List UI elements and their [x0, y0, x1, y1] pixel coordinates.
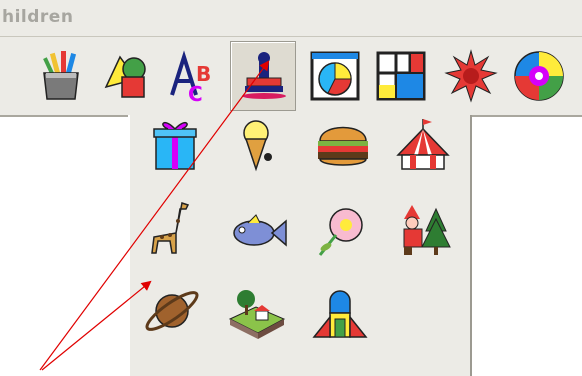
flower-icon — [318, 208, 363, 256]
tool-starburst[interactable] — [438, 41, 504, 111]
tool-pie-frame[interactable] — [302, 41, 368, 111]
gift-box-icon — [153, 121, 197, 170]
window-title: hildren — [2, 7, 74, 27]
sticker-giraffe[interactable] — [140, 199, 202, 257]
stamp-palette — [128, 115, 472, 376]
tool-stamp[interactable] — [230, 41, 296, 111]
ice-cream-cone-icon — [243, 120, 272, 172]
sticker-hamburger[interactable] — [312, 115, 374, 173]
island-house-icon — [228, 290, 286, 339]
tool-spiral[interactable] — [506, 41, 572, 111]
tool-letters[interactable]: B C — [160, 41, 226, 111]
sticker-ice-cream[interactable] — [228, 115, 290, 173]
hamburger-icon — [318, 126, 368, 166]
giraffe-icon — [151, 202, 190, 254]
elf-with-tree-icon — [403, 205, 451, 255]
tool-mondrian[interactable] — [368, 41, 434, 111]
sticker-gift[interactable] — [144, 115, 206, 173]
tool-shapes[interactable] — [94, 41, 160, 111]
circus-tent-icon — [396, 119, 450, 170]
sticker-toy-castle[interactable] — [308, 283, 370, 341]
stamp-icon — [242, 52, 286, 99]
mondrian-grid-icon — [376, 51, 426, 101]
title-bar: hildren — [0, 0, 582, 37]
tool-crayon-cup[interactable] — [28, 41, 94, 111]
letters-icon: B C — [170, 50, 211, 103]
sticker-fish[interactable] — [226, 205, 288, 263]
crayon-cup-icon — [43, 51, 79, 100]
red-starburst-icon — [444, 49, 498, 103]
sticker-circus-tent[interactable] — [392, 115, 454, 173]
pie-chart-frame-icon — [310, 51, 360, 101]
fish-icon — [233, 214, 287, 247]
planet-saturn-icon — [145, 291, 199, 331]
sticker-flower[interactable] — [310, 203, 372, 261]
sticker-saturn[interactable] — [140, 283, 202, 341]
sticker-island-house[interactable] — [226, 283, 288, 341]
toolbar: B C — [0, 37, 582, 117]
sticker-elf-tree[interactable] — [392, 201, 454, 259]
shapes-icon — [104, 55, 146, 98]
toy-castle-icon — [312, 290, 368, 338]
svg-text:C: C — [188, 82, 203, 103]
color-spiral-icon — [514, 51, 564, 101]
